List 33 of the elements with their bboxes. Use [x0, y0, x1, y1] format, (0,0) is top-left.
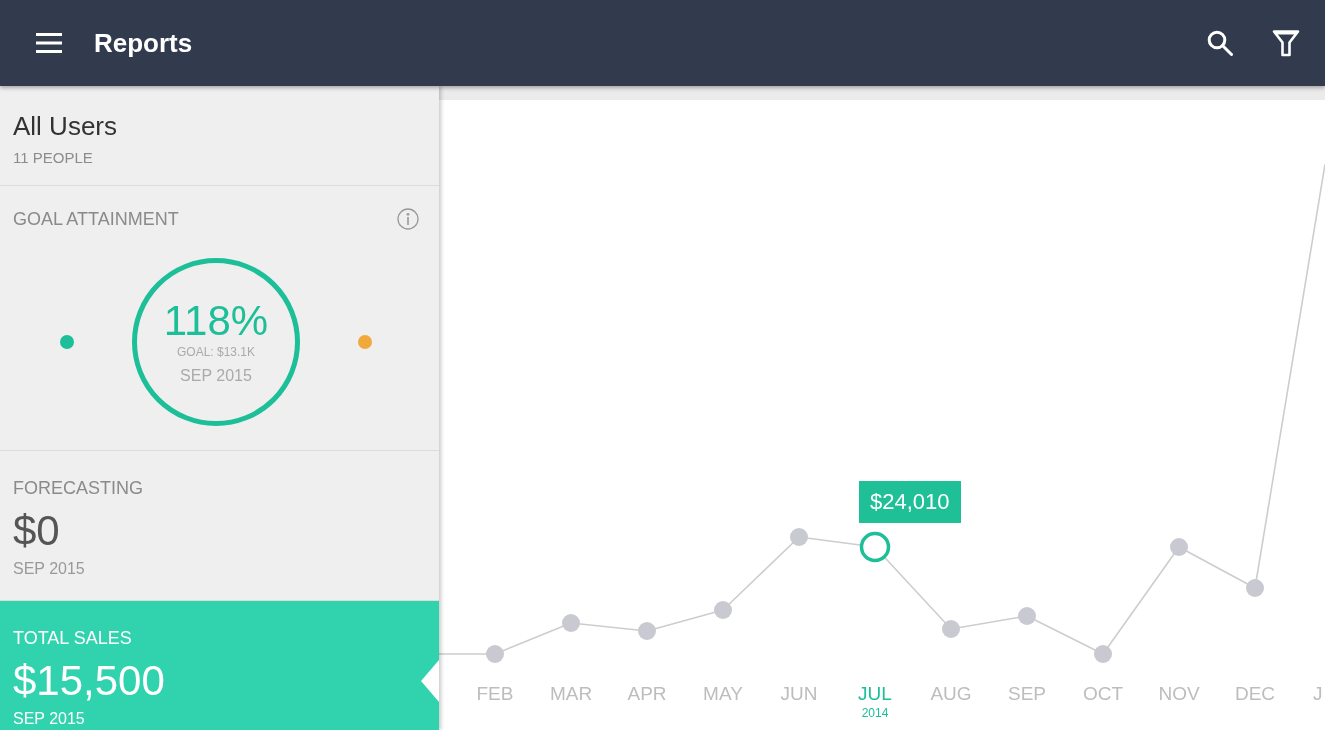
filter-icon	[1272, 29, 1300, 57]
month-label[interactable]: MAR	[549, 682, 593, 706]
month-label[interactable]: JUL	[858, 682, 892, 706]
menu-button[interactable]	[33, 30, 65, 56]
metric-card[interactable]: GOAL ATTAINMENT 118% GOAL: $13.1K SEP 2015	[0, 186, 439, 451]
goal-amount: GOAL: $13.1K	[176, 344, 255, 360]
month-label[interactable]: J	[1313, 682, 1323, 706]
month-label[interactable]: FEB	[476, 682, 514, 706]
month-label[interactable]: SEP	[1008, 682, 1046, 706]
user-group-name: All Users	[13, 110, 117, 142]
month-label[interactable]: DEC	[1234, 682, 1276, 706]
metric-period: SEP 2015	[13, 559, 85, 579]
menu-icon	[36, 33, 62, 53]
metric-card[interactable]: TOTAL SALES $15,500 SEP 2015	[0, 601, 439, 730]
month-label[interactable]: OCT	[1082, 682, 1124, 706]
month-label[interactable]: AUG	[930, 682, 972, 706]
metric-title: GOAL ATTAINMENT	[13, 208, 179, 230]
metric-title: FORECASTING	[13, 477, 143, 499]
search-icon	[1207, 30, 1233, 56]
metric-card[interactable]: FORECASTING $0 SEP 2015	[0, 451, 439, 601]
page-title: Reports	[94, 27, 193, 59]
year-label: 2014	[861, 706, 889, 720]
month-label[interactable]: JUN	[780, 682, 818, 706]
metric-value: $0	[13, 507, 60, 555]
metric-period: SEP 2015	[13, 709, 85, 729]
metric-title: TOTAL SALES	[13, 627, 132, 649]
attainment-percent: 118%	[163, 298, 269, 344]
month-label[interactable]: MAY	[703, 682, 743, 706]
month-label[interactable]: NOV	[1158, 682, 1200, 706]
metric-value: $15,500	[13, 657, 165, 705]
people-count: 11 PEOPLE	[13, 148, 93, 168]
month-label[interactable]: APR	[627, 682, 667, 706]
metric-period: SEP 2015	[180, 366, 252, 386]
